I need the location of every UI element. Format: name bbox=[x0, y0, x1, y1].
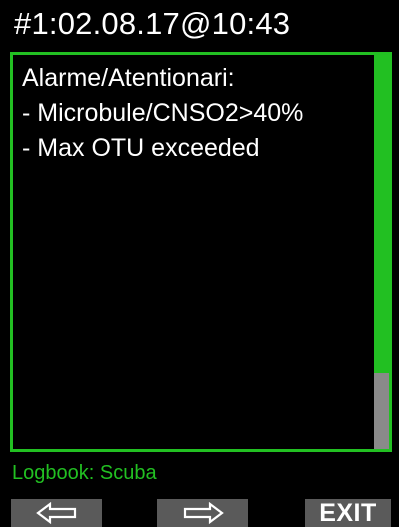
dive-log-title: #1:02.08.17@10:43 bbox=[14, 6, 291, 41]
alarm-item-cns: - Microbule/CNSO2>40% bbox=[22, 99, 304, 127]
arrow-left-outline-icon bbox=[35, 502, 76, 524]
alarm-heading: Alarme/Atentionari: bbox=[22, 64, 235, 92]
alarm-item-otu: - Max OTU exceeded bbox=[22, 134, 260, 162]
arrow-right-outline-icon bbox=[183, 502, 224, 524]
mode-label: Logbook: Scuba bbox=[12, 462, 157, 484]
exit-label: EXIT bbox=[319, 499, 377, 527]
exit-button[interactable]: EXIT bbox=[305, 499, 391, 527]
header-bar: #1:02.08.17@10:43 bbox=[0, 0, 399, 46]
scrollbar[interactable] bbox=[374, 55, 389, 449]
alarm-panel: Alarme/Atentionari: - Microbule/CNSO2>40… bbox=[10, 52, 392, 452]
next-button[interactable] bbox=[157, 499, 248, 527]
softkey-bar: EXIT bbox=[0, 499, 399, 527]
scrollbar-thumb[interactable] bbox=[374, 373, 389, 449]
previous-button[interactable] bbox=[11, 499, 102, 527]
alarm-list: Alarme/Atentionari: - Microbule/CNSO2>40… bbox=[13, 55, 377, 449]
